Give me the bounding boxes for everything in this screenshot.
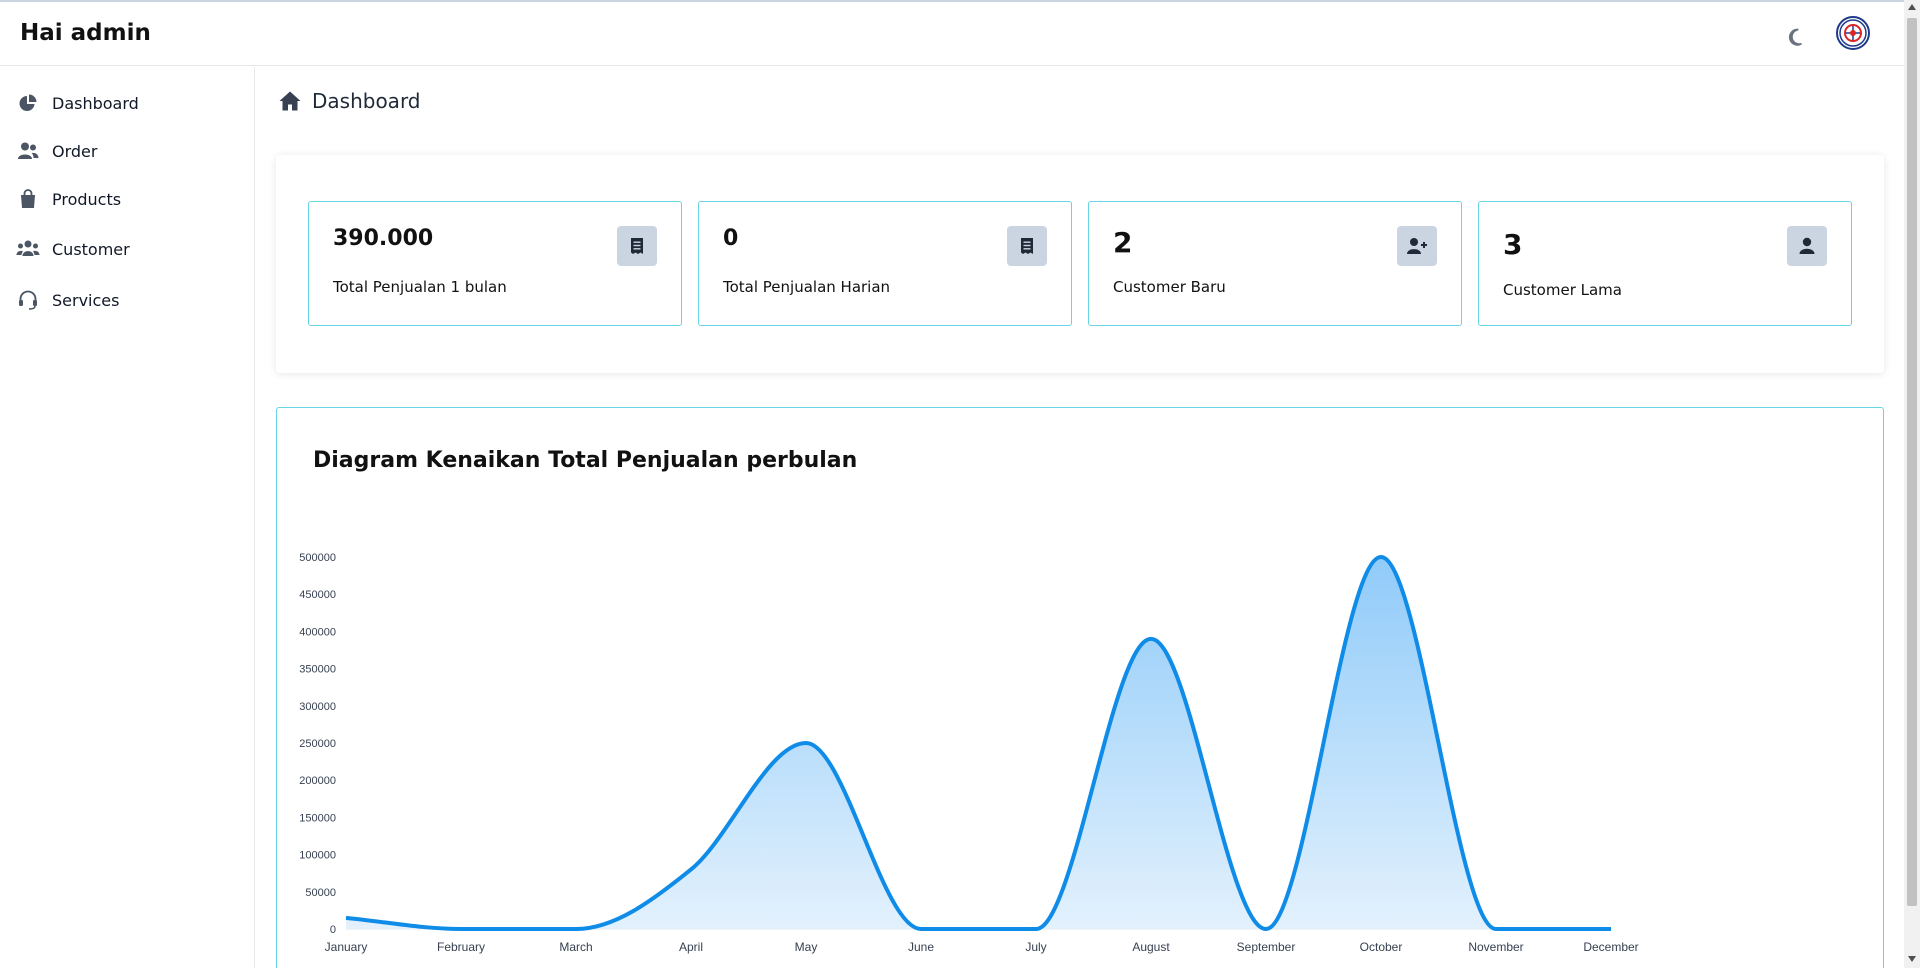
stat-value: 2 bbox=[1113, 226, 1133, 259]
sidebar-item-customer[interactable]: Customer bbox=[16, 232, 241, 266]
stat-value: 0 bbox=[723, 226, 739, 251]
y-tick-label: 400000 bbox=[299, 626, 336, 638]
sidebar-item-services[interactable]: Services bbox=[16, 283, 241, 317]
stat-card: 390.000 Total Penjualan 1 bulan bbox=[308, 201, 682, 326]
stat-value: 390.000 bbox=[333, 226, 434, 251]
y-tick-label: 100000 bbox=[299, 850, 336, 862]
stats-panel: 390.000 Total Penjualan 1 bulan 0 Total … bbox=[276, 155, 1884, 373]
scroll-down-arrow-icon[interactable] bbox=[1908, 956, 1916, 962]
headset-icon bbox=[16, 288, 40, 312]
top-bar: Hai admin bbox=[0, 2, 1904, 66]
theme-toggle-button[interactable] bbox=[1784, 24, 1810, 50]
sidebar-item-label: Services bbox=[52, 290, 120, 310]
moon-icon bbox=[1788, 28, 1802, 46]
user-plus-icon bbox=[1397, 226, 1437, 266]
scrollbar-thumb[interactable] bbox=[1907, 18, 1917, 906]
sidebar-item-label: Customer bbox=[52, 239, 130, 259]
stat-label: Total Penjualan Harian bbox=[723, 278, 891, 296]
y-tick-label: 200000 bbox=[299, 775, 336, 787]
y-tick-label: 300000 bbox=[299, 701, 336, 713]
greeting-title: Hai admin bbox=[20, 20, 151, 46]
x-tick-label: July bbox=[1025, 940, 1046, 954]
stat-card: 2 Customer Baru bbox=[1088, 201, 1462, 326]
x-tick-label: October bbox=[1360, 940, 1403, 954]
sidebar-item-label: Products bbox=[52, 189, 122, 209]
avatar[interactable] bbox=[1836, 16, 1870, 50]
y-tick-label: 50000 bbox=[305, 887, 336, 899]
page-title: Dashboard bbox=[312, 89, 421, 113]
breadcrumb: Dashboard bbox=[278, 89, 421, 113]
stat-card: 3 Customer Lama bbox=[1478, 201, 1852, 326]
receipt-icon bbox=[1007, 226, 1047, 266]
sidebar-item-order[interactable]: Order bbox=[16, 134, 241, 168]
y-tick-label: 500000 bbox=[299, 552, 336, 564]
scroll-up-arrow-icon[interactable] bbox=[1908, 4, 1916, 10]
sidebar-item-label: Order bbox=[52, 141, 98, 161]
stat-card: 0 Total Penjualan Harian bbox=[698, 201, 1072, 326]
x-tick-label: August bbox=[1132, 940, 1170, 954]
x-tick-label: June bbox=[908, 940, 934, 954]
x-tick-label: April bbox=[679, 940, 703, 954]
chart-pie-icon bbox=[16, 91, 40, 115]
sidebar: Dashboard Order Products Customer Servic… bbox=[0, 67, 255, 968]
main-content: Dashboard 390.000 Total Penjualan 1 bula… bbox=[256, 67, 1904, 968]
x-tick-label: January bbox=[325, 940, 368, 954]
user-icon bbox=[1787, 226, 1827, 266]
sidebar-item-products[interactable]: Products bbox=[16, 182, 241, 216]
stat-label: Customer Lama bbox=[1503, 281, 1622, 299]
stat-label: Customer Baru bbox=[1113, 278, 1226, 296]
y-tick-label: 350000 bbox=[299, 664, 336, 676]
x-tick-label: September bbox=[1237, 940, 1296, 954]
x-tick-label: February bbox=[437, 940, 485, 954]
vertical-scrollbar[interactable] bbox=[1904, 0, 1920, 968]
shopping-bag-icon bbox=[16, 187, 40, 211]
x-tick-label: December bbox=[1583, 940, 1638, 954]
avatar-logo bbox=[1839, 19, 1867, 47]
x-tick-label: May bbox=[795, 940, 818, 954]
stat-value: 3 bbox=[1503, 228, 1523, 261]
y-tick-label: 150000 bbox=[299, 812, 336, 824]
chart-area-fill bbox=[346, 557, 1611, 929]
y-tick-label: 250000 bbox=[299, 738, 336, 750]
sales-area-chart: 0 50000 100000 150000 200000 250000 300000 3500… bbox=[299, 552, 1638, 954]
users-icon bbox=[16, 139, 40, 163]
receipt-icon bbox=[617, 226, 657, 266]
x-tick-label: March bbox=[559, 940, 592, 954]
x-tick-label: November bbox=[1468, 940, 1523, 954]
stat-label: Total Penjualan 1 bulan bbox=[333, 278, 507, 296]
home-icon bbox=[279, 91, 301, 111]
sales-chart-panel: Diagram Kenaikan Total Penjualan perbula… bbox=[276, 407, 1884, 968]
user-group-icon bbox=[16, 237, 40, 261]
y-tick-label: 450000 bbox=[299, 589, 336, 601]
y-tick-label: 0 bbox=[330, 924, 336, 936]
sidebar-item-dashboard[interactable]: Dashboard bbox=[16, 86, 241, 120]
sidebar-item-label: Dashboard bbox=[52, 93, 139, 113]
